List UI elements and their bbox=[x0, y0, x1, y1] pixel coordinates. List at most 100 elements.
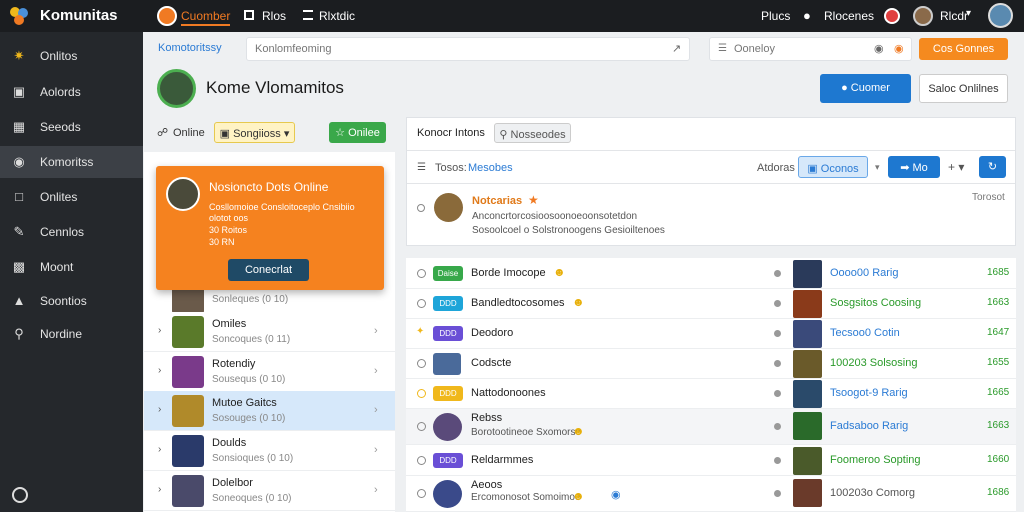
radio-icon[interactable] bbox=[417, 269, 426, 278]
popup-connect-button[interactable]: Conecrlat bbox=[228, 259, 309, 281]
radio-icon[interactable] bbox=[417, 422, 426, 431]
list-item[interactable]: › Doulds Sonsioques (0 10) › bbox=[144, 431, 395, 471]
table-row[interactable]: ✦ DDD Deodoro Tecsoo0 Cotin 1647 bbox=[406, 319, 1016, 349]
sidebar: ✷ Onlitos ▣ Aolords ▦ Seeods ◉ Komoritss… bbox=[0, 32, 143, 512]
grid-icon: ▦ bbox=[12, 119, 26, 134]
sidebar-item-label: Onlites bbox=[40, 190, 78, 204]
button-label: Cos Gonnes bbox=[932, 43, 995, 55]
row-score: 1663 bbox=[987, 297, 1010, 308]
cos-gonnes-button[interactable]: Cos Gonnes bbox=[919, 38, 1008, 60]
row-name: Aeoos bbox=[471, 479, 503, 491]
list-item[interactable]: › Omiles Soncoques (0 11) › bbox=[144, 312, 395, 352]
square-icon: □ bbox=[15, 189, 23, 204]
list-item-name: Mutoe Gaitcs bbox=[212, 397, 277, 409]
chevron-right-icon: › bbox=[158, 404, 162, 415]
radio-icon[interactable] bbox=[417, 359, 426, 368]
list-item[interactable]: › Dolelbor Soneoques (0 10) › bbox=[144, 471, 395, 511]
game-thumbnail bbox=[172, 435, 204, 467]
topbar-link-rlocenes[interactable]: Rlocenes bbox=[824, 9, 874, 23]
row-score: 1663 bbox=[987, 420, 1010, 431]
game-thumbnail bbox=[172, 356, 204, 388]
secondary-search-input[interactable]: ☰ Ooneloy ◉ ◉ bbox=[709, 37, 912, 61]
radio-icon[interactable] bbox=[417, 456, 426, 465]
sidebar-item-nordine[interactable]: ⚲ Nordine bbox=[0, 318, 143, 350]
row-score: 1665 bbox=[987, 387, 1010, 398]
cuomer-button[interactable]: ● Cuomer bbox=[820, 74, 911, 103]
game-thumbnail bbox=[793, 350, 822, 378]
profile-avatar[interactable] bbox=[988, 3, 1013, 28]
info-icon[interactable] bbox=[12, 487, 28, 503]
sidebar-item-onlitos[interactable]: ✷ Onlitos bbox=[0, 40, 143, 72]
sidebar-item-label: Cennlos bbox=[40, 225, 85, 239]
list-item-sub: Soncoques (0 11) bbox=[212, 334, 291, 345]
toolbar-value[interactable]: Mesobes bbox=[468, 162, 513, 174]
table-row[interactable]: Aeoos Ercomonosot Somoimoe ☻ ◉ 100203o C… bbox=[406, 476, 1016, 512]
tab-nosseodes[interactable]: ⚲ Nosseodes bbox=[494, 123, 571, 143]
tab-konocr-intons[interactable]: Konocr Intons bbox=[417, 127, 485, 139]
mo-button[interactable]: ➡ Mo bbox=[888, 156, 940, 178]
chevron-down-icon: ▾ bbox=[280, 128, 290, 140]
table-row[interactable]: Codscte 100203 Solsosing 1655 bbox=[406, 349, 1016, 379]
notification-icon[interactable] bbox=[884, 8, 900, 24]
sidebar-item-komoritss[interactable]: ◉ Komoritss bbox=[0, 146, 143, 178]
brand-name[interactable]: Komunitas bbox=[40, 7, 118, 24]
chevron-down-icon[interactable]: ▾ bbox=[966, 8, 971, 19]
sidebar-item-aolords[interactable]: ▣ Aolords bbox=[0, 76, 143, 108]
popup-avatar bbox=[166, 177, 200, 211]
brand-logo-icon bbox=[8, 5, 30, 27]
user-icon: ● bbox=[841, 82, 851, 94]
table-row[interactable]: Daise Borde Imocope ☻ Oooo00 Rarig 1685 bbox=[406, 259, 1016, 289]
tab-rlxtdic[interactable]: Rlxtdic bbox=[319, 9, 355, 23]
table-row[interactable]: DDD Bandledtocosomes ☻ Sosgsitos Coosing… bbox=[406, 289, 1016, 319]
topbar-user-name[interactable]: Rlcdr bbox=[940, 9, 968, 23]
game-thumbnail bbox=[793, 412, 822, 440]
top-bar: Komunitas Cuomber Rlos Rlxtdic Plucs ● R… bbox=[0, 0, 1024, 32]
sidebar-item-seeods[interactable]: ▦ Seeods bbox=[0, 111, 143, 143]
list-item[interactable]: › Rotendiy Sousequs (0 10) › bbox=[144, 352, 395, 392]
row-sub: Borotootineoe Sxomorse bbox=[471, 427, 582, 438]
view-toggle-button[interactable]: ▣ Oconos bbox=[798, 156, 868, 178]
popup-line: 30 Roitos bbox=[209, 225, 248, 235]
tab-active[interactable]: Cuomber bbox=[181, 9, 231, 26]
user-avatar-small[interactable] bbox=[913, 6, 933, 26]
search-input[interactable]: Konlomfeoming ↗ bbox=[246, 37, 690, 61]
profile-avatar-large[interactable] bbox=[157, 69, 196, 108]
row-name: Nattodonoones bbox=[471, 387, 546, 399]
list-item-sub: Sonleques (0 10) bbox=[212, 294, 289, 305]
radio-icon[interactable] bbox=[417, 299, 426, 308]
popup-line: Cosllomoioe Consloitoceplo Cnsibiio bbox=[209, 202, 355, 212]
saloc-onlilnes-button[interactable]: Saloc Onlilnes bbox=[919, 74, 1008, 103]
status-tag: DDD bbox=[433, 296, 463, 311]
refresh-icon: ↻ bbox=[987, 161, 998, 173]
table-row[interactable]: DDD Nattodonoones Tsoogot-9 Rarig 1665 bbox=[406, 379, 1016, 409]
chevron-right-icon: › bbox=[374, 484, 378, 496]
button-label: Conecrlat bbox=[244, 264, 293, 276]
status-dot-icon bbox=[774, 270, 781, 277]
table-row[interactable]: DDD Reldarmmes Foomeroo Sopting 1660 bbox=[406, 446, 1016, 476]
game-thumbnail bbox=[172, 316, 204, 348]
topbar-link-plucs[interactable]: Plucs bbox=[761, 9, 790, 23]
row-score: 1647 bbox=[987, 327, 1010, 338]
online-label[interactable]: Online bbox=[173, 127, 205, 139]
onilee-button[interactable]: ☆ Onilee bbox=[329, 122, 386, 143]
right-panel-header: Konocr Intons ⚲ Nosseodes ☰ Tosos: Mesob… bbox=[406, 117, 1016, 246]
notice-line: Anconcrtorcosioosoonoeoonsotetdon bbox=[472, 211, 638, 222]
status-dot-icon bbox=[774, 457, 781, 464]
tab-rlos[interactable]: Rlos bbox=[262, 9, 286, 23]
list-item-selected[interactable]: › Mutoe Gaitcs Sosouges (0 10) › bbox=[144, 391, 395, 431]
sidebar-item-cennlos[interactable]: ✎ Cennlos bbox=[0, 216, 143, 248]
table-row[interactable]: Rebss Borotootineoe Sxomorse ☻ Fadsaboo … bbox=[406, 409, 1016, 445]
sidebar-item-moont[interactable]: ▩ Moont bbox=[0, 251, 143, 283]
status-tag: Daise bbox=[433, 266, 463, 281]
radio-icon[interactable] bbox=[417, 489, 426, 498]
songiioss-dropdown[interactable]: ▣ Songiioss ▾ bbox=[214, 122, 295, 143]
chevron-down-icon[interactable]: ▾ bbox=[875, 162, 880, 173]
square-icon: ▣ bbox=[12, 84, 26, 99]
sidebar-item-soontios[interactable]: ▲ Soontios bbox=[0, 285, 143, 317]
chevron-right-icon: › bbox=[374, 365, 378, 377]
radio-icon[interactable] bbox=[417, 389, 426, 398]
plus-icon[interactable]: + ▾ bbox=[948, 160, 964, 174]
radio-icon[interactable] bbox=[417, 204, 425, 212]
sidebar-item-onlites[interactable]: □ Onlites bbox=[0, 181, 143, 213]
refresh-button[interactable]: ↻ bbox=[979, 156, 1006, 178]
